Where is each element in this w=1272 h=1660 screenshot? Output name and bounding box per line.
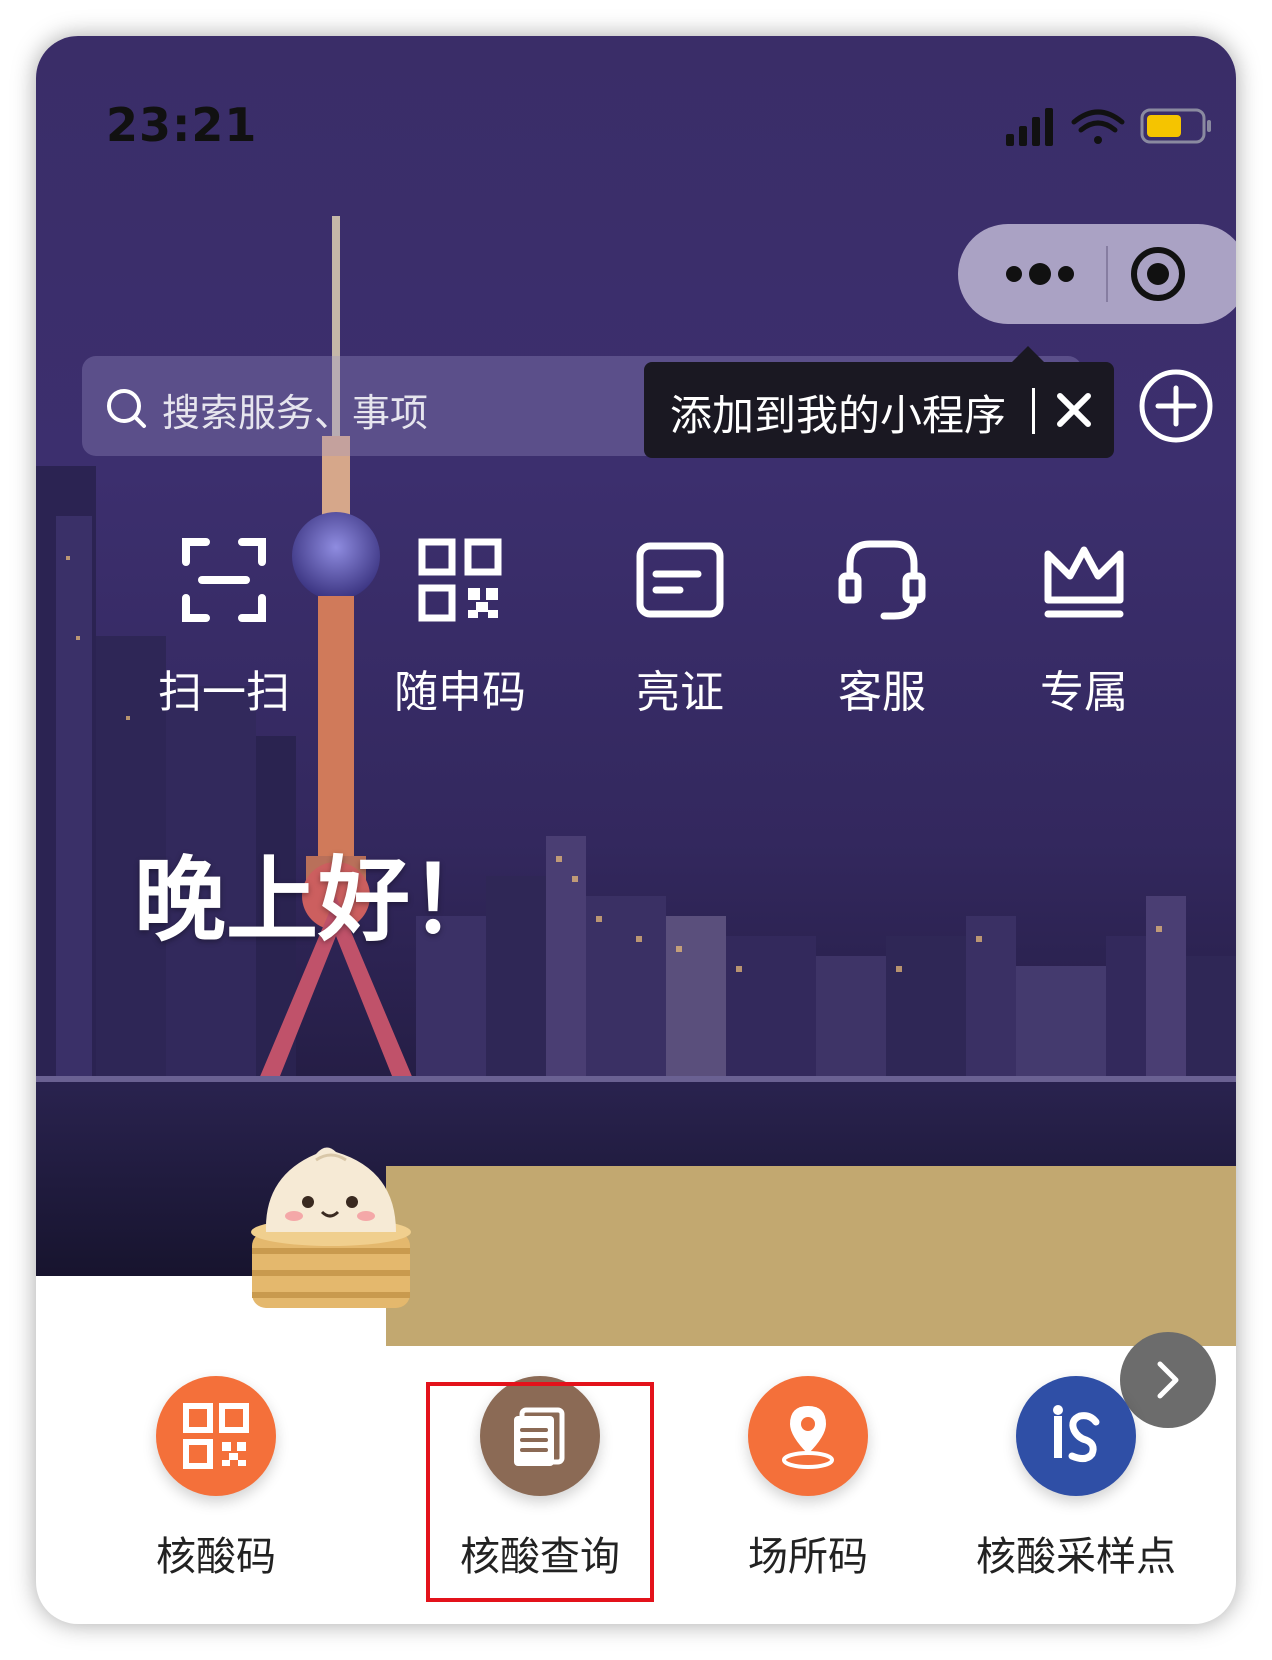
capsule-divider — [1106, 246, 1108, 302]
headset-icon — [838, 540, 926, 620]
scan-icon — [182, 538, 266, 622]
search-icon — [107, 389, 146, 428]
tooltip-separator — [1032, 388, 1035, 434]
status-icons — [1006, 108, 1211, 146]
quick-action-exclusive[interactable]: 专属 — [984, 536, 1184, 736]
signal-icon — [1006, 108, 1053, 146]
xiaolongbao-mascot-icon — [251, 1147, 411, 1308]
service-icon-circle — [1016, 1376, 1136, 1496]
service-label: 核酸采样点 — [976, 1534, 1176, 1580]
quick-action-suishen-code[interactable]: 随申码 — [360, 536, 560, 736]
quick-action-label: 亮证 — [636, 667, 724, 718]
quick-action-label: 随申码 — [394, 667, 526, 718]
close-mini-program-icon[interactable] — [1128, 244, 1188, 304]
location-pin-icon — [782, 1406, 834, 1469]
battery-icon — [1140, 108, 1211, 144]
qr-code-icon — [183, 1403, 249, 1469]
service-icon-circle — [156, 1376, 276, 1496]
gold-banner[interactable] — [386, 1166, 1236, 1346]
service-icon-circle — [748, 1376, 868, 1496]
crown-icon — [1044, 546, 1124, 618]
id-card-icon — [636, 542, 724, 618]
add-circle-icon[interactable] — [1136, 366, 1216, 446]
quick-actions: 扫一扫 随申码 亮证 客服 专属 — [124, 536, 1224, 736]
close-icon[interactable] — [1054, 390, 1094, 430]
quick-action-label: 扫一扫 — [158, 667, 290, 718]
more-options-icon[interactable] — [998, 256, 1098, 292]
mini-program-capsule — [958, 224, 1236, 324]
quick-action-label: 客服 — [838, 667, 926, 718]
service-nucleic-acid-code[interactable]: 核酸码 — [86, 1376, 346, 1596]
add-mini-program-tooltip: 添加到我的小程序 — [644, 346, 1114, 458]
status-time: 23:21 — [106, 98, 258, 152]
quick-action-show-id[interactable]: 亮证 — [580, 536, 780, 736]
qr-code-icon — [418, 538, 502, 622]
service-venue-code[interactable]: 场所码 — [678, 1376, 938, 1596]
status-bar: 23:21 — [36, 36, 1236, 152]
search-placeholder: 搜索服务、事项 — [162, 391, 429, 435]
is-logo-icon — [1053, 1405, 1100, 1463]
quick-action-label: 专属 — [1040, 667, 1128, 718]
tooltip-text: 添加到我的小程序 — [670, 391, 1007, 440]
highlight-box — [426, 1382, 654, 1602]
wifi-icon — [1071, 109, 1125, 144]
greeting-text: 晚上好！ — [134, 847, 503, 954]
phone-screen: 23:21 搜索服务、事项 添加到我的小程序 扫一扫 随申码 亮证 客服 专属 … — [36, 36, 1236, 1624]
service-sampling-sites[interactable]: 核酸采样点 — [946, 1376, 1206, 1596]
quick-action-customer-service[interactable]: 客服 — [782, 536, 982, 736]
service-label: 核酸码 — [156, 1534, 276, 1580]
service-label: 场所码 — [748, 1534, 868, 1580]
quick-action-scan[interactable]: 扫一扫 — [124, 536, 324, 736]
